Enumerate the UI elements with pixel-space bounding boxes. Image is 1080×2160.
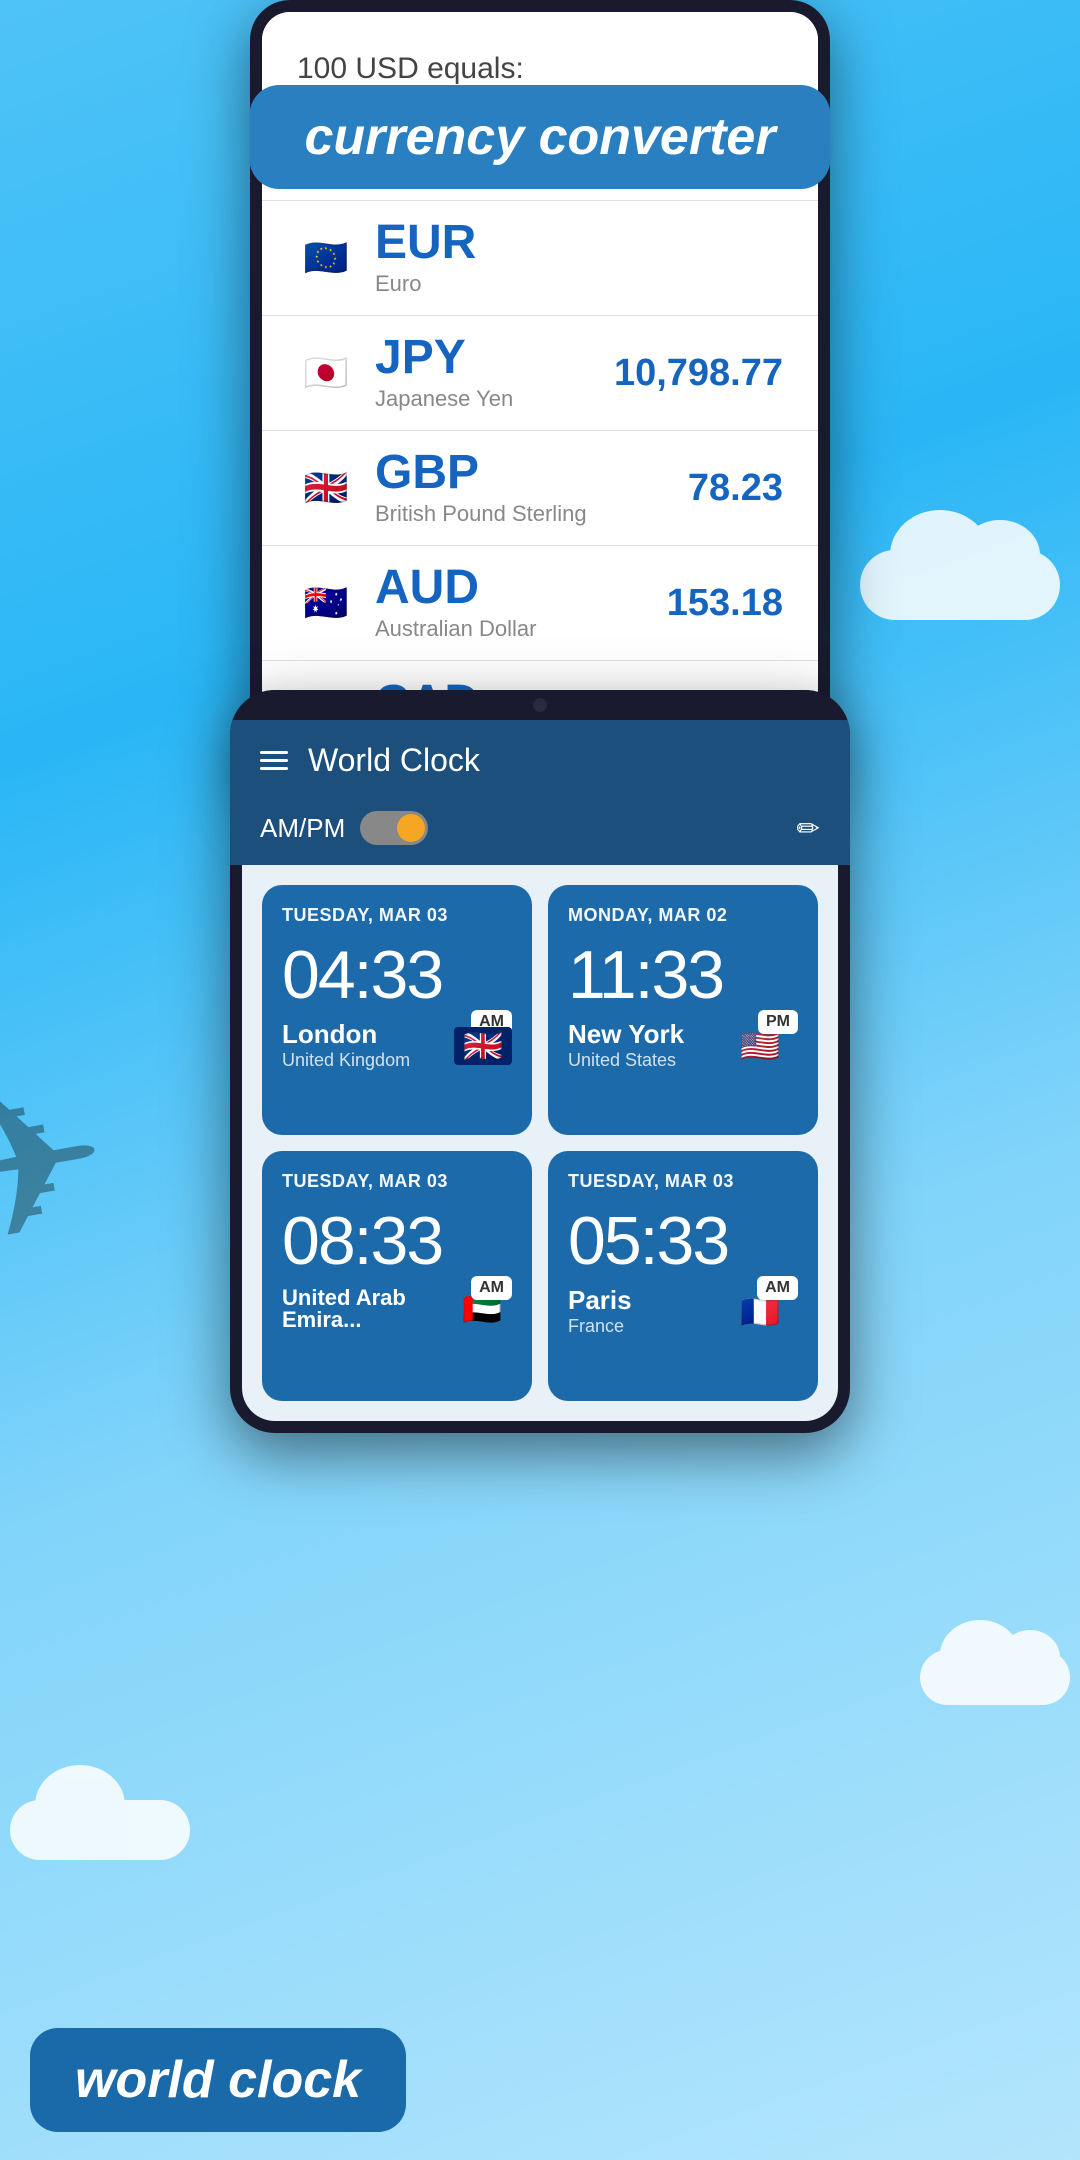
card-date-newyork: MONDAY, MAR 02	[568, 905, 798, 926]
currency-name-gbp: British Pound Sterling	[375, 501, 688, 527]
clock-card-uae[interactable]: TUESDAY, MAR 03 08:33 AM United Arab Emi…	[262, 1151, 532, 1401]
currency-row-gbp[interactable]: 🇬🇧 GBP British Pound Sterling 78.23	[262, 431, 818, 546]
clock-card-newyork[interactable]: MONDAY, MAR 02 11:33 PM New York United …	[548, 885, 818, 1135]
ampm-badge-paris: AM	[757, 1276, 798, 1300]
world-clock-header: World Clock	[230, 720, 850, 801]
world-clock-content: TUESDAY, MAR 03 04:33 AM London United K…	[242, 865, 838, 1421]
currency-info-eur: EUR Euro	[375, 219, 783, 297]
card-location-newyork: New York United States	[568, 1021, 684, 1071]
world-clock-subheader: AM/PM ✏	[230, 801, 850, 865]
currency-converter-label: currency converter	[249, 85, 830, 189]
currency-code-aud: AUD	[375, 564, 667, 612]
flag-london	[454, 1027, 512, 1065]
phone-bottom-device: World Clock AM/PM ✏ TUESDAY, MAR 03 04:3…	[230, 690, 850, 1433]
flag-gbp: 🇬🇧	[297, 459, 355, 517]
card-time-paris: 05:33	[568, 1207, 798, 1275]
ampm-toggle[interactable]	[360, 811, 428, 845]
currency-value-aud: 153.18	[667, 582, 783, 625]
currency-value-jpy: 10,798.77	[614, 352, 783, 395]
card-time-uae: 08:33	[282, 1207, 512, 1275]
currency-code-eur: EUR	[375, 219, 783, 267]
currency-row-aud[interactable]: 🇦🇺 AUD Australian Dollar 153.18	[262, 546, 818, 661]
card-location-uae: United Arab Emira...	[282, 1287, 462, 1331]
flag-eur: 🇪🇺	[297, 229, 355, 287]
currency-code-gbp: GBP	[375, 449, 688, 497]
card-country-paris: France	[568, 1316, 632, 1337]
notch-camera	[533, 698, 547, 712]
cloud-decoration-1	[860, 550, 1060, 620]
world-clock-bottom-label: world clock	[30, 2028, 406, 2132]
currency-info-aud: AUD Australian Dollar	[375, 564, 667, 642]
card-city-london: London	[282, 1021, 410, 1047]
ampm-badge-uae: AM	[471, 1276, 512, 1300]
edit-icon[interactable]: ✏	[797, 812, 820, 845]
ampm-section: AM/PM	[260, 811, 428, 845]
phone-notch	[230, 690, 850, 720]
world-clock-title: World Clock	[308, 742, 820, 779]
card-country-london: United Kingdom	[282, 1050, 410, 1071]
card-location-london: London United Kingdom	[282, 1021, 410, 1071]
card-location-paris: Paris France	[568, 1287, 632, 1337]
currency-code-jpy: JPY	[375, 334, 614, 382]
card-country-newyork: United States	[568, 1050, 684, 1071]
card-date-london: TUESDAY, MAR 03	[282, 905, 512, 926]
cloud-decoration-2	[920, 1650, 1070, 1705]
card-time-newyork: 11:33	[568, 941, 798, 1009]
flag-jpy: 🇯🇵	[297, 344, 355, 402]
card-city-newyork: New York	[568, 1021, 684, 1047]
clock-card-london[interactable]: TUESDAY, MAR 03 04:33 AM London United K…	[262, 885, 532, 1135]
currency-name-aud: Australian Dollar	[375, 616, 667, 642]
clock-card-paris[interactable]: TUESDAY, MAR 03 05:33 AM Paris France	[548, 1151, 818, 1401]
ampm-label: AM/PM	[260, 813, 345, 844]
currency-name-jpy: Japanese Yen	[375, 386, 614, 412]
airplane-decoration: ✈	[0, 1037, 127, 1296]
currency-info-gbp: GBP British Pound Sterling	[375, 449, 688, 527]
currency-row-eur[interactable]: 🇪🇺 EUR Euro	[262, 201, 818, 316]
card-city-uae: United Arab Emira...	[282, 1287, 462, 1331]
card-city-paris: Paris	[568, 1287, 632, 1313]
currency-value-gbp: 78.23	[688, 467, 783, 510]
clock-cards-grid: TUESDAY, MAR 03 04:33 AM London United K…	[242, 865, 838, 1421]
card-time-london: 04:33	[282, 941, 512, 1009]
ampm-badge-newyork: PM	[758, 1010, 798, 1034]
currency-name-eur: Euro	[375, 271, 783, 297]
currency-row-jpy[interactable]: 🇯🇵 JPY Japanese Yen 10,798.77	[262, 316, 818, 431]
flag-aud: 🇦🇺	[297, 574, 355, 632]
hamburger-menu-icon[interactable]	[260, 751, 288, 770]
card-date-paris: TUESDAY, MAR 03	[568, 1171, 798, 1192]
cloud-decoration-3	[10, 1800, 190, 1860]
card-footer-london: London United Kingdom	[282, 1021, 512, 1071]
toggle-knob	[397, 814, 425, 842]
currency-info-jpy: JPY Japanese Yen	[375, 334, 614, 412]
card-date-uae: TUESDAY, MAR 03	[282, 1171, 512, 1192]
